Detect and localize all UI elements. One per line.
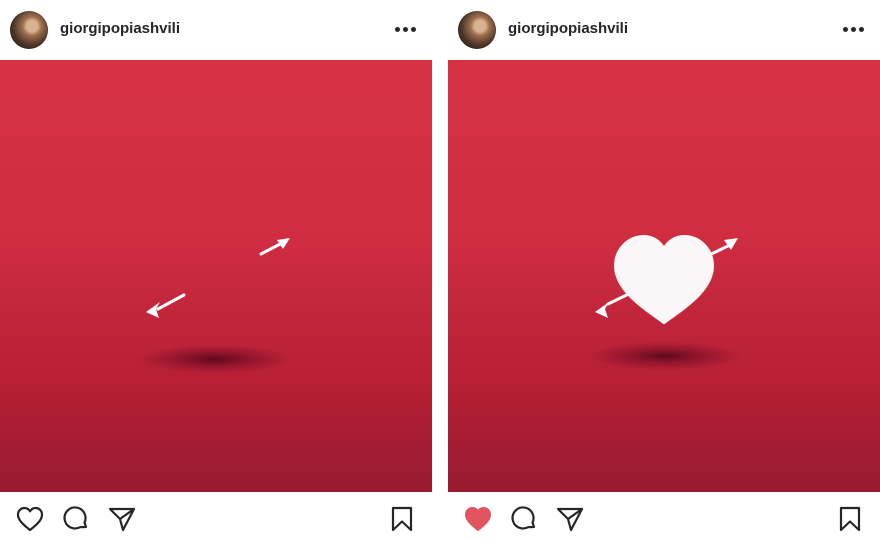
post-image[interactable] bbox=[0, 60, 432, 492]
paper-plane-icon[interactable] bbox=[108, 506, 136, 532]
bookmark-icon[interactable] bbox=[838, 506, 862, 532]
comment-icon[interactable] bbox=[63, 506, 89, 532]
post-image[interactable] bbox=[448, 60, 880, 492]
avatar[interactable] bbox=[10, 11, 48, 49]
arrow-pieces-graphic bbox=[146, 238, 290, 318]
post-header: giorgipopiashvili bbox=[0, 0, 432, 60]
heart-with-arrow-graphic bbox=[595, 235, 738, 324]
username[interactable]: giorgipopiashvili bbox=[60, 20, 180, 37]
comment-icon[interactable] bbox=[511, 506, 537, 532]
avatar[interactable] bbox=[458, 11, 496, 49]
paper-plane-icon[interactable] bbox=[556, 506, 584, 532]
heart-icon[interactable] bbox=[16, 506, 44, 532]
bookmark-icon[interactable] bbox=[390, 506, 414, 532]
action-bar bbox=[448, 492, 880, 542]
arrow-tail bbox=[146, 293, 186, 318]
post-header: giorgipopiashvili bbox=[448, 0, 880, 60]
post-left: giorgipopiashvili bbox=[0, 0, 432, 542]
action-bar bbox=[0, 492, 432, 542]
post-right: giorgipopiashvili bbox=[448, 0, 880, 542]
arrow-tail bbox=[595, 302, 609, 318]
big-heart bbox=[614, 235, 714, 324]
heart-icon-liked[interactable] bbox=[464, 506, 492, 532]
post-divider bbox=[432, 0, 448, 542]
username[interactable]: giorgipopiashvili bbox=[508, 20, 628, 37]
more-options-icon[interactable] bbox=[395, 27, 417, 33]
arrow-head bbox=[259, 238, 290, 256]
more-options-icon[interactable] bbox=[843, 27, 865, 33]
